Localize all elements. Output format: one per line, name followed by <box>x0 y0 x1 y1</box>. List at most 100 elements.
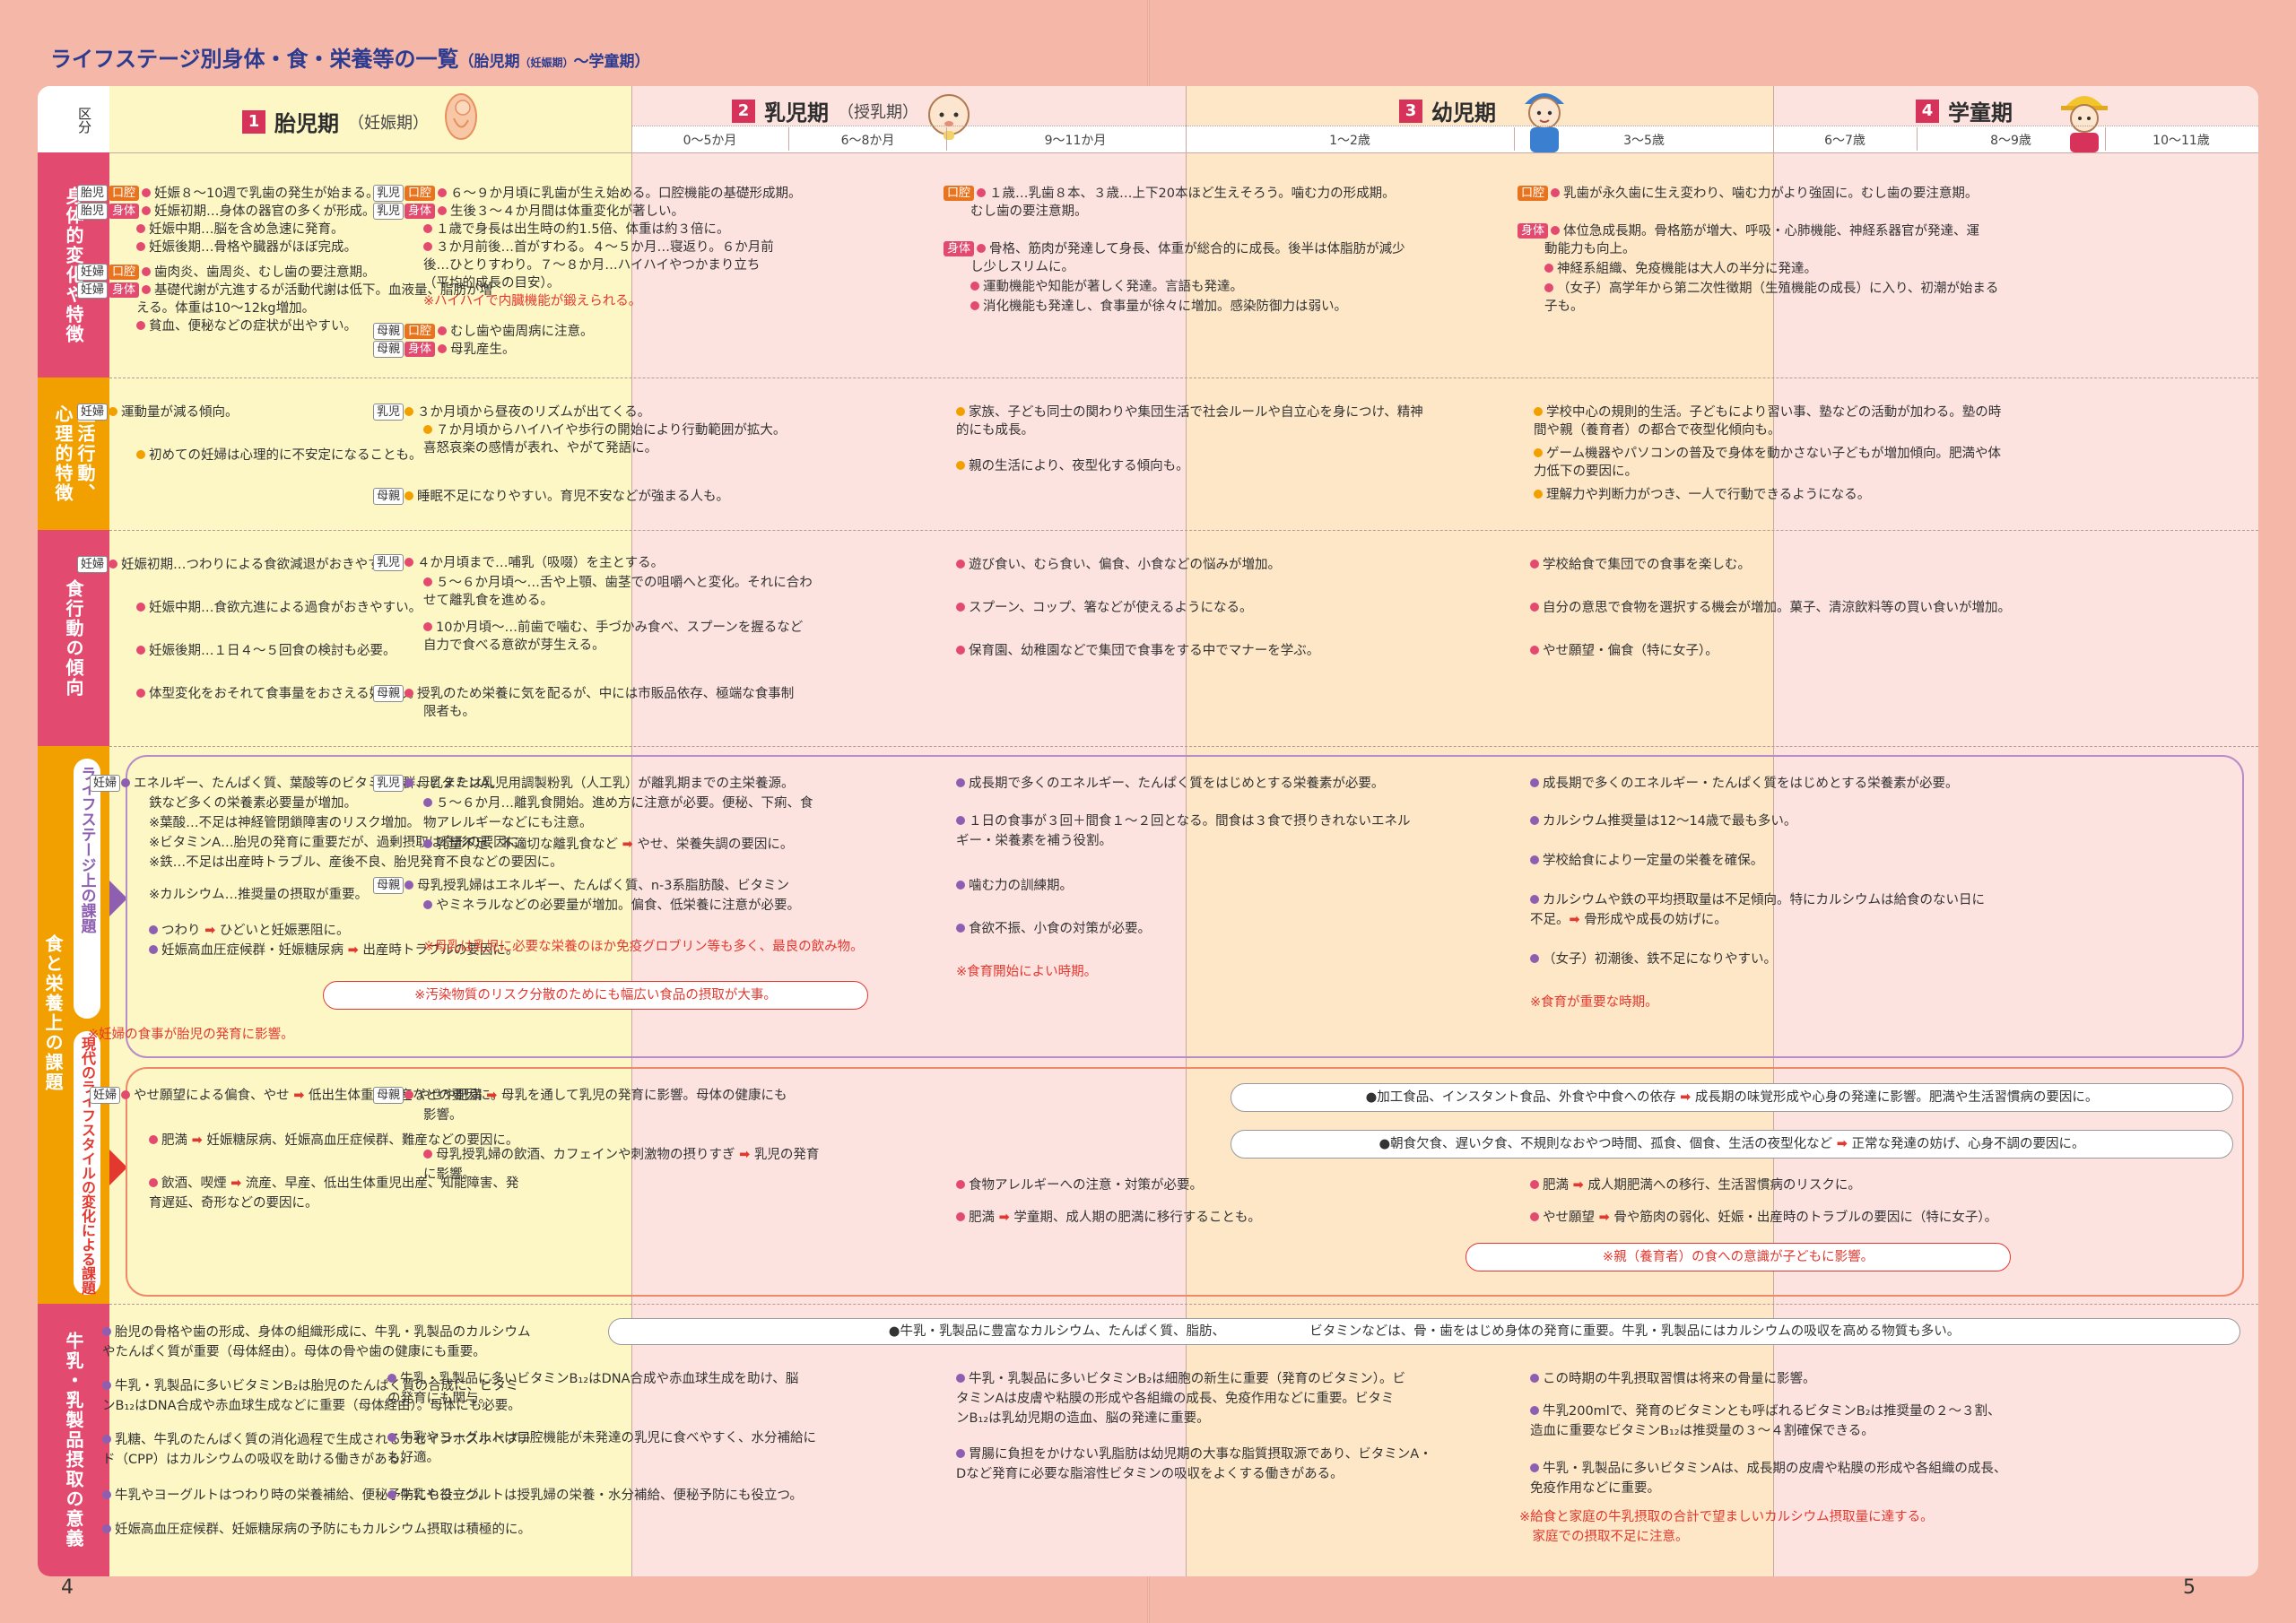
stage-header-fetal: 1 胎児期 （妊娠期） <box>242 106 429 137</box>
row-divider <box>109 746 2258 747</box>
arrow-icon: ➡ <box>486 1089 498 1103</box>
tag-乳児: 乳児 <box>373 185 404 202</box>
arrow-icon: ➡ <box>1598 1211 1610 1225</box>
modern-fetal-line: 育遅延、奇形などの要因に。 <box>149 1193 318 1214</box>
text: 授乳のため栄養に気を配るが、中には市販品依存、極端な食事制 <box>417 687 795 701</box>
bullet-icon <box>423 242 432 251</box>
bullet-icon <box>102 1435 111 1444</box>
behavior-fetal-line: 妊婦 運動量が減る傾向。 <box>77 402 239 423</box>
tag-身体: 身体 <box>109 204 140 219</box>
text: も好適。 <box>387 1451 439 1465</box>
milk-fetal-line: ド（CPP）はカルシウムの吸収を助ける働きがある。 <box>102 1449 413 1471</box>
milk-toddler-line: 胃腸に負担をかけない乳脂肪は幼児期の大事な脂質摂取源であり、ビタミンA・ <box>956 1444 1432 1465</box>
lifestage-infant-line: やミネラルなどの必要量が増加。偏食、低栄養に注意が必要。 <box>423 895 800 916</box>
tag-口腔: 口腔 <box>944 186 975 201</box>
text: やせ願望・偏食（特に女子）。 <box>1543 644 1718 658</box>
tag-口腔: 口腔 <box>109 186 140 201</box>
text: 力低下の要因に。 <box>1534 464 1638 479</box>
text: 牛乳・乳製品に多いビタミンB₂は細胞の新生に重要（発育のビタミン）。ビ <box>969 1372 1406 1386</box>
text: 家庭での摂取不足に注意。 <box>1519 1530 1689 1544</box>
tag-口腔: 口腔 <box>1518 186 1549 201</box>
milk-infant-line: 牛乳・乳製品に多いビタミンB₁₂はDNA合成や赤血球生成を助け、脳 <box>387 1368 798 1390</box>
modern-school-line: やせ願望 ➡ 骨や筋肉の弱化、妊娠・出産時のトラブルの要因に（特に女子）。 <box>1530 1207 1997 1228</box>
text: 学校給食で集団での食事を楽しむ。 <box>1543 558 1751 572</box>
behavior-school-line: 理解力や判断力がつき、一人で行動できるようになる。 <box>1534 484 1870 506</box>
text: 運動量が減る傾向。 <box>121 405 239 420</box>
age-school-1: 8～9歳 <box>1990 134 2031 148</box>
sublabel-modern: 現代のライフスタイルの変化による課題 <box>74 1031 100 1295</box>
text: 保育園、幼稚園などで集団で食事をする中でマナーを学ぶ。 <box>969 644 1320 658</box>
text: むし歯の要注意期。 <box>970 204 1088 219</box>
milk-school-note: ※給食と家庭の牛乳摂取の合計で望ましいカルシウム摂取量に達する。 <box>1519 1506 1934 1528</box>
text: 妊娠８～10週で乳歯の発生が始まる。 <box>154 187 379 201</box>
stage-header-school: 4 学童期 <box>1916 95 2013 126</box>
text: 初めての妊婦は心理的に不安定になることも。 <box>149 448 422 463</box>
age-toddler-1: 3～5歳 <box>1623 134 1665 148</box>
bullet-icon <box>956 1212 965 1221</box>
text: 自分の意思で食物を選択する機会が増加。菓子、清涼飲料等の買い食いが増加。 <box>1543 601 2011 615</box>
bullet-icon <box>977 188 987 197</box>
text: 貧血、便秘などの症状が出やすい。 <box>149 319 357 334</box>
bullet-icon <box>956 646 965 655</box>
text: に影響。 <box>423 1167 475 1182</box>
eating-infant-line: 限者も。 <box>423 701 475 723</box>
text: 理解力や判断力がつき、一人で行動できるようになる。 <box>1546 488 1871 502</box>
pill-pollution: ※汚染物質のリスク分散のためにも幅広い食品の摂取が大事。 <box>323 981 868 1010</box>
milk-toddler-line: タミンAは皮膚や粘膜の形成や各組織の成長、免疫作用などに重要。ビタミ <box>956 1388 1394 1410</box>
bullet-icon <box>149 945 158 954</box>
text: 後…ひとりすわり。７～８か月…ハイハイやつかまり立ち <box>423 258 761 273</box>
text: 生後３～４か月間は体重変化が著しい。 <box>450 204 685 219</box>
milk-fetal-line: やたんぱく質が重要（母体経由）。母体の骨や歯の健康にも重要。 <box>102 1341 486 1363</box>
tag-母親: 母親 <box>373 1087 404 1104</box>
bullet-icon <box>1544 264 1553 273</box>
tag-妊婦: 妊婦 <box>90 775 121 792</box>
lifestage-infant-line: 物アレルギーなどにも注意。 <box>423 812 593 834</box>
lifestage-toddler-line: 噛む力の訓練期。 <box>956 875 1073 897</box>
text: ド（CPP）はカルシウムの吸収を助ける働きがある。 <box>102 1453 413 1467</box>
text: 牛乳やヨーグルトは口腔機能が未発達の乳児に食べやすく、水分補給に <box>400 1431 816 1445</box>
bullet-icon <box>142 188 152 197</box>
bullet-icon <box>438 188 448 197</box>
bullet-icon <box>1530 1406 1539 1415</box>
age-toddler-0: 1～2歳 <box>1329 134 1370 148</box>
text: ４か月頃まで…哺乳（吸啜）を主とする。 <box>417 556 665 570</box>
bullet-icon <box>404 491 414 500</box>
text: 骨格、筋肉が発達して身長、体重が総合的に成長。後半は体脂肪が減少 <box>989 242 1405 256</box>
milk-infant-line: 牛乳やヨーグルトは口腔機能が未発達の乳児に食べやすく、水分補給に <box>387 1428 816 1449</box>
tag-身体: 身体 <box>404 204 436 219</box>
text: 噛む力の訓練期。 <box>969 879 1073 893</box>
bullet-icon <box>404 689 414 698</box>
milk-toddler-line: Dなど発育に必要な脂溶性ビタミンの吸収をよくする働きがある。 <box>956 1463 1344 1485</box>
bullet-icon <box>1530 816 1539 825</box>
text: 妊娠後期…骨格や臓器がほぼ完成。 <box>149 240 357 255</box>
arrow-icon: ➡ <box>1680 1090 1692 1105</box>
lifestage-school-line: （女子）初潮後、鉄不足になりやすい。 <box>1530 949 1777 970</box>
arrow-icon: ➡ <box>1572 1178 1584 1193</box>
text: 牛乳・乳製品に多いビタミンAは、成長期の皮膚や粘膜の形成や各組織の成長、 <box>1543 1462 2007 1476</box>
text: し少しスリムに。 <box>970 260 1074 274</box>
summary-table: 区分 1 胎児期 （妊娠期） 2 乳児期 （授乳期） 3 幼児期 4 学童期 0～5か月 6… <box>38 86 2258 1576</box>
text: える。体重は10～12kg増加。 <box>136 301 316 316</box>
behavior-fetal-line: 初めての妊婦は心理的に不安定になることも。 <box>136 445 422 466</box>
bullet-icon <box>142 267 152 276</box>
behavior-infant-line: 母親 睡眠不足になりやすい。育児不安などが強まる人も。 <box>373 486 729 508</box>
bullet-icon <box>970 282 979 291</box>
tag-乳児: 乳児 <box>373 775 404 792</box>
text: 自力で食べる意欲が芽生える。 <box>423 638 605 653</box>
tag-母親: 母親 <box>373 488 404 505</box>
text: （平均的成長の目安）。 <box>423 276 561 291</box>
text: やせや肥満 ➡ 母乳を通して乳児の発育に影響。母体の健康にも <box>417 1089 787 1103</box>
bullet-icon <box>136 450 145 459</box>
bullet-icon <box>1530 1212 1539 1221</box>
text: 食物アレルギーへの注意・対策が必要。 <box>969 1178 1203 1193</box>
physical-school-line: 口腔 乳歯が永久歯に生え変わり、噛む力がより強固に。むし歯の要注意期。 <box>1518 183 1978 204</box>
text: 母乳授乳婦はエネルギー、たんぱく質、n-3系脂肪酸、ビタミン <box>417 879 790 893</box>
arrow-icon: ➡ <box>230 1176 242 1191</box>
bullet-icon <box>438 206 448 215</box>
tag-乳児: 乳児 <box>373 203 404 220</box>
behavior-toddler-line: 的にも成長。 <box>956 420 1034 441</box>
eating-toddler-line: 保育園、幼稚園などで集団で食事をする中でマナーを学ぶ。 <box>956 640 1319 662</box>
bullet-icon <box>438 344 448 353</box>
bullet-icon <box>136 603 145 612</box>
tag-妊婦: 妊婦 <box>77 404 109 421</box>
